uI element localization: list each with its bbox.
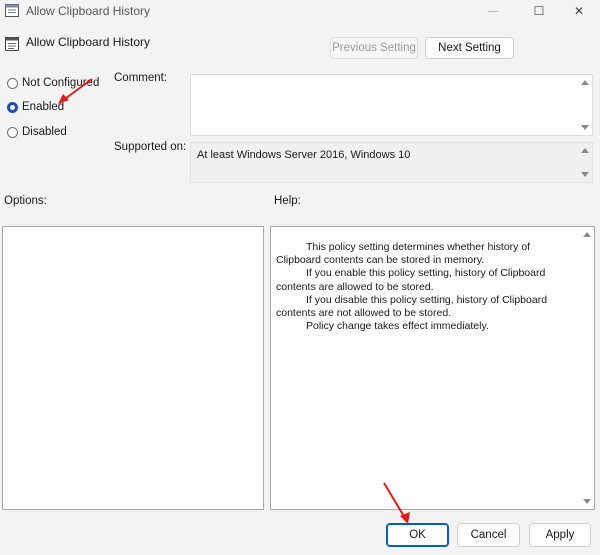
ok-label: OK [409, 529, 426, 541]
help-text: This policy setting determines whether h… [276, 241, 576, 333]
options-label: Options: [4, 195, 47, 207]
help-panel: This policy setting determines whether h… [270, 226, 595, 510]
supported-on-field: At least Windows Server 2016, Windows 10 [190, 142, 593, 183]
radio-enabled[interactable]: Enabled [7, 101, 64, 113]
comment-label: Comment: [114, 72, 168, 84]
close-button[interactable]: ✕ [556, 0, 600, 22]
minimize-button[interactable]: — [470, 0, 516, 22]
supported-on-value: At least Windows Server 2016, Windows 10 [197, 149, 411, 161]
radio-not-configured-label: Not Configured [22, 77, 100, 89]
help-scrollbar[interactable] [580, 227, 594, 509]
policy-name: Allow Clipboard History [26, 35, 151, 49]
radio-enabled-indicator[interactable] [7, 101, 18, 113]
previous-setting-button[interactable]: Previous Setting [330, 37, 418, 59]
supported-scrollbar[interactable] [578, 143, 592, 182]
maximize-icon: ☐ [533, 4, 545, 18]
help-paragraph: If you disable this policy setting, hist… [276, 293, 548, 320]
next-setting-button[interactable]: Next Setting [425, 37, 514, 59]
scroll-up-icon[interactable] [581, 148, 589, 153]
radio-disabled-indicator[interactable] [7, 126, 18, 138]
radio-disabled[interactable]: Disabled [7, 126, 67, 138]
ok-button[interactable]: OK [386, 523, 449, 547]
cancel-button[interactable]: Cancel [457, 523, 520, 547]
scroll-down-icon[interactable] [581, 172, 589, 177]
policy-setting-icon [5, 37, 19, 51]
help-paragraph: If you enable this policy setting, histo… [276, 267, 546, 293]
help-paragraph: Policy change takes effect immediately. [306, 320, 489, 333]
help-paragraph: This policy setting determines whether h… [276, 241, 531, 267]
comment-field[interactable] [190, 74, 593, 136]
scroll-up-icon[interactable] [581, 80, 589, 85]
minimize-icon: — [488, 5, 498, 17]
radio-disabled-label: Disabled [22, 126, 67, 138]
apply-button[interactable]: Apply [529, 523, 591, 547]
apply-label: Apply [545, 529, 575, 541]
scroll-down-icon[interactable] [583, 499, 591, 504]
radio-not-configured[interactable]: Not Configured [7, 77, 99, 89]
previous-setting-label: Previous Setting [332, 42, 416, 54]
scroll-down-icon[interactable] [581, 125, 589, 130]
scroll-up-icon[interactable] [583, 232, 591, 237]
options-panel [2, 226, 264, 510]
radio-enabled-label: Enabled [22, 101, 65, 113]
radio-not-configured-indicator[interactable] [7, 77, 18, 89]
help-label: Help: [274, 195, 301, 207]
close-icon: ✕ [573, 4, 585, 18]
comment-scrollbar[interactable] [578, 75, 592, 135]
supported-on-label: Supported on: [114, 141, 187, 153]
cancel-label: Cancel [470, 529, 507, 541]
window-title: Allow Clipboard History [26, 4, 151, 18]
next-setting-label: Next Setting [438, 42, 501, 54]
title-bar: Allow Clipboard History — ☐ ✕ [0, 0, 600, 22]
policy-window-icon [5, 4, 19, 17]
